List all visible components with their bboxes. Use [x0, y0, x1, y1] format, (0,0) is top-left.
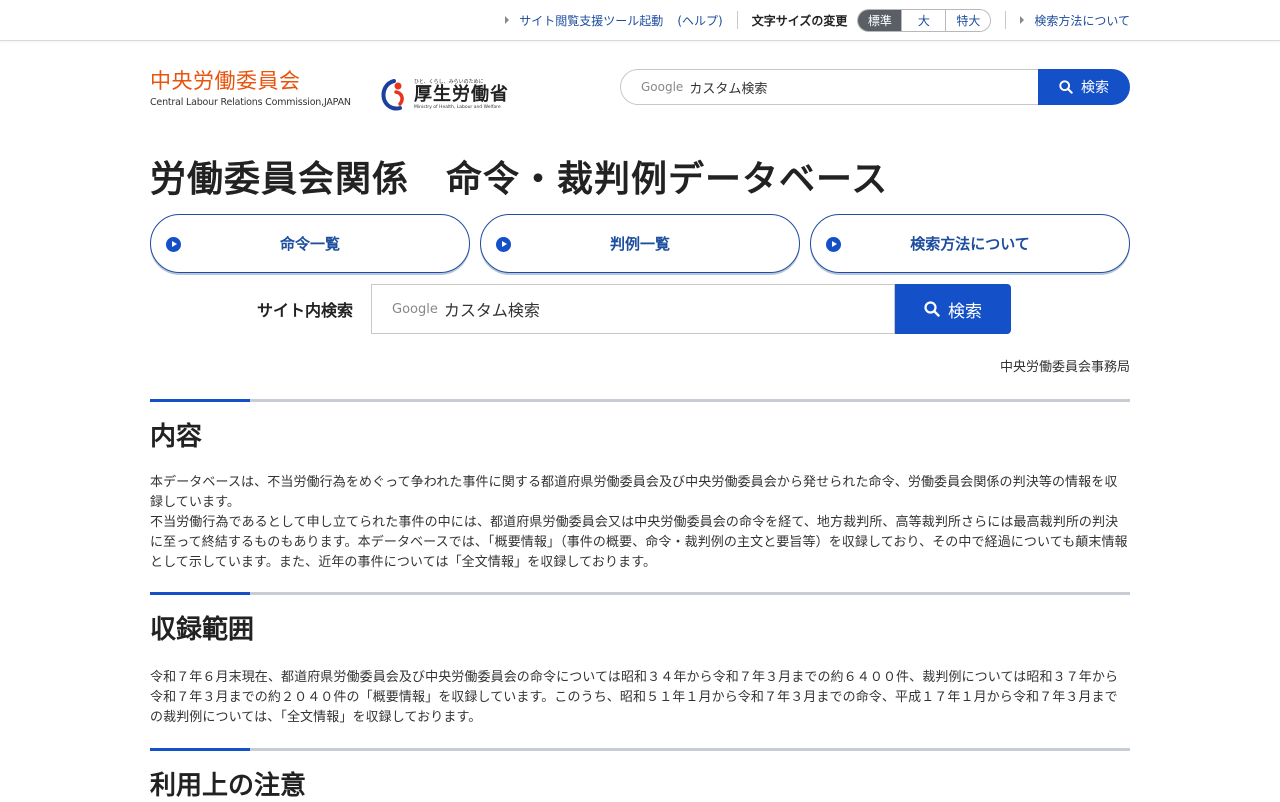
arrow-right-icon — [1020, 16, 1025, 24]
nav-cases-button[interactable]: 判例一覧 — [480, 214, 800, 273]
arrow-right-icon — [505, 16, 510, 24]
page-title: 労働委員会関係 命令・裁判例データベース — [150, 159, 889, 200]
support-tool-label: サイト閲覧支援ツール起動 — [519, 13, 664, 28]
search-help-label: 検索方法について — [1034, 13, 1130, 28]
mhlw-name-jp: 厚生労働省 — [414, 84, 509, 105]
header-search-button-label: 検索 — [1081, 80, 1109, 96]
clrc-logo-en: Central Labour Relations Commission,JAPA… — [150, 97, 351, 108]
section-divider — [150, 399, 1130, 402]
header-search-placeholder: カスタム検索 — [689, 81, 768, 97]
circle-arrow-icon — [496, 237, 511, 252]
font-size-large-button[interactable]: 大 — [902, 9, 947, 31]
utility-bar: サイト閲覧支援ツール起動 (ヘルプ) 文字サイズの変更 標準 大 特大 検索方法… — [0, 0, 1280, 41]
mhlw-name-en: Ministry of Health, Labour and Welfare — [414, 105, 501, 110]
section-heading: 内容 — [150, 422, 203, 452]
nav-orders-label: 命令一覧 — [279, 235, 340, 253]
font-size-standard-button[interactable]: 標準 — [858, 9, 903, 31]
paragraph: 本データベースは、不当労働行為をめぐって争われた事件に関する都道府県労働委員会及… — [150, 475, 1118, 510]
main-nav: 命令一覧 判例一覧 検索方法について — [150, 214, 1130, 273]
organization-name: 中央労働委員会事務局 — [999, 360, 1130, 375]
section-usage-notes: 利用上の注意 — [150, 748, 1130, 802]
site-search-label: サイト内検索 — [257, 301, 354, 320]
nav-search-help-button[interactable]: 検索方法について — [810, 214, 1130, 273]
nav-orders-button[interactable]: 命令一覧 — [150, 214, 470, 273]
font-size-label: 文字サイズの変更 — [751, 13, 848, 28]
clrc-logo-jp: 中央労働委員会 — [150, 69, 301, 93]
divider — [736, 11, 738, 29]
site-header: 中央労働委員会 Central Labour Relations Commiss… — [0, 41, 1280, 131]
font-size-switcher: 標準 大 特大 — [857, 8, 992, 32]
support-tool-link[interactable]: サイト閲覧支援ツール起動 — [505, 12, 663, 29]
search-icon — [924, 301, 940, 317]
nav-cases-label: 判例一覧 — [609, 235, 670, 253]
mhlw-mark-icon — [381, 79, 404, 111]
font-size-xlarge-button[interactable]: 特大 — [946, 9, 991, 31]
circle-arrow-icon — [166, 237, 181, 252]
section-body: 本データベースは、不当労働行為をめぐって争われた事件に関する都道府県労働委員会及… — [150, 473, 1130, 573]
site-search: サイト内検索 Google カスタム検索 検索 — [257, 284, 1012, 334]
section-divider — [150, 748, 1130, 751]
paragraph: 不当労働行為であるとして申し立てられた事件の中には、都道府県労働委員会又は中央労… — [150, 515, 1128, 570]
google-brand-label: Google — [392, 301, 438, 317]
header-search-input[interactable]: Google カスタム検索 — [620, 69, 1038, 105]
section-coverage: 収録範囲 令和７年６月末現在、都道府県労働委員会及び中央労働委員会の命令について… — [150, 592, 1130, 728]
section-divider — [150, 592, 1130, 595]
divider — [1005, 11, 1007, 29]
paragraph: 令和７年６月末現在、都道府県労働委員会及び中央労働委員会の命令については昭和３４… — [150, 670, 1119, 725]
section-heading: 利用上の注意 — [150, 771, 307, 801]
search-help-link[interactable]: 検索方法について — [1020, 12, 1130, 29]
header-search-button[interactable]: 検索 — [1038, 69, 1130, 105]
site-search-button[interactable]: 検索 — [895, 284, 1012, 334]
mhlw-logo-text: ひと、くらし、みらいのために 厚生労働省 Ministry of Health,… — [414, 78, 509, 110]
search-icon — [1059, 80, 1073, 94]
utility-bar-inner: サイト閲覧支援ツール起動 (ヘルプ) 文字サイズの変更 標準 大 特大 検索方法… — [505, 0, 1130, 40]
google-brand-label: Google — [641, 80, 684, 94]
circle-arrow-icon — [826, 237, 841, 252]
site-search-button-label: 検索 — [948, 301, 983, 322]
site-search-placeholder: カスタム検索 — [443, 301, 540, 320]
header-search: Google カスタム検索 検索 — [620, 69, 1130, 105]
help-link[interactable]: (ヘルプ) — [677, 12, 722, 29]
nav-search-help-label: 検索方法について — [910, 235, 1030, 253]
site-search-input[interactable]: Google カスタム検索 — [371, 284, 896, 334]
section-body: 令和７年６月末現在、都道府県労働委員会及び中央労働委員会の命令については昭和３４… — [150, 668, 1130, 728]
section-contents: 内容 本データベースは、不当労働行為をめぐって争われた事件に関する都道府県労働委… — [150, 399, 1130, 573]
section-heading: 収録範囲 — [150, 615, 255, 645]
mhlw-logo[interactable]: ひと、くらし、みらいのために 厚生労働省 Ministry of Health,… — [380, 77, 509, 111]
clrc-logo[interactable]: 中央労働委員会 Central Labour Relations Commiss… — [150, 65, 351, 108]
